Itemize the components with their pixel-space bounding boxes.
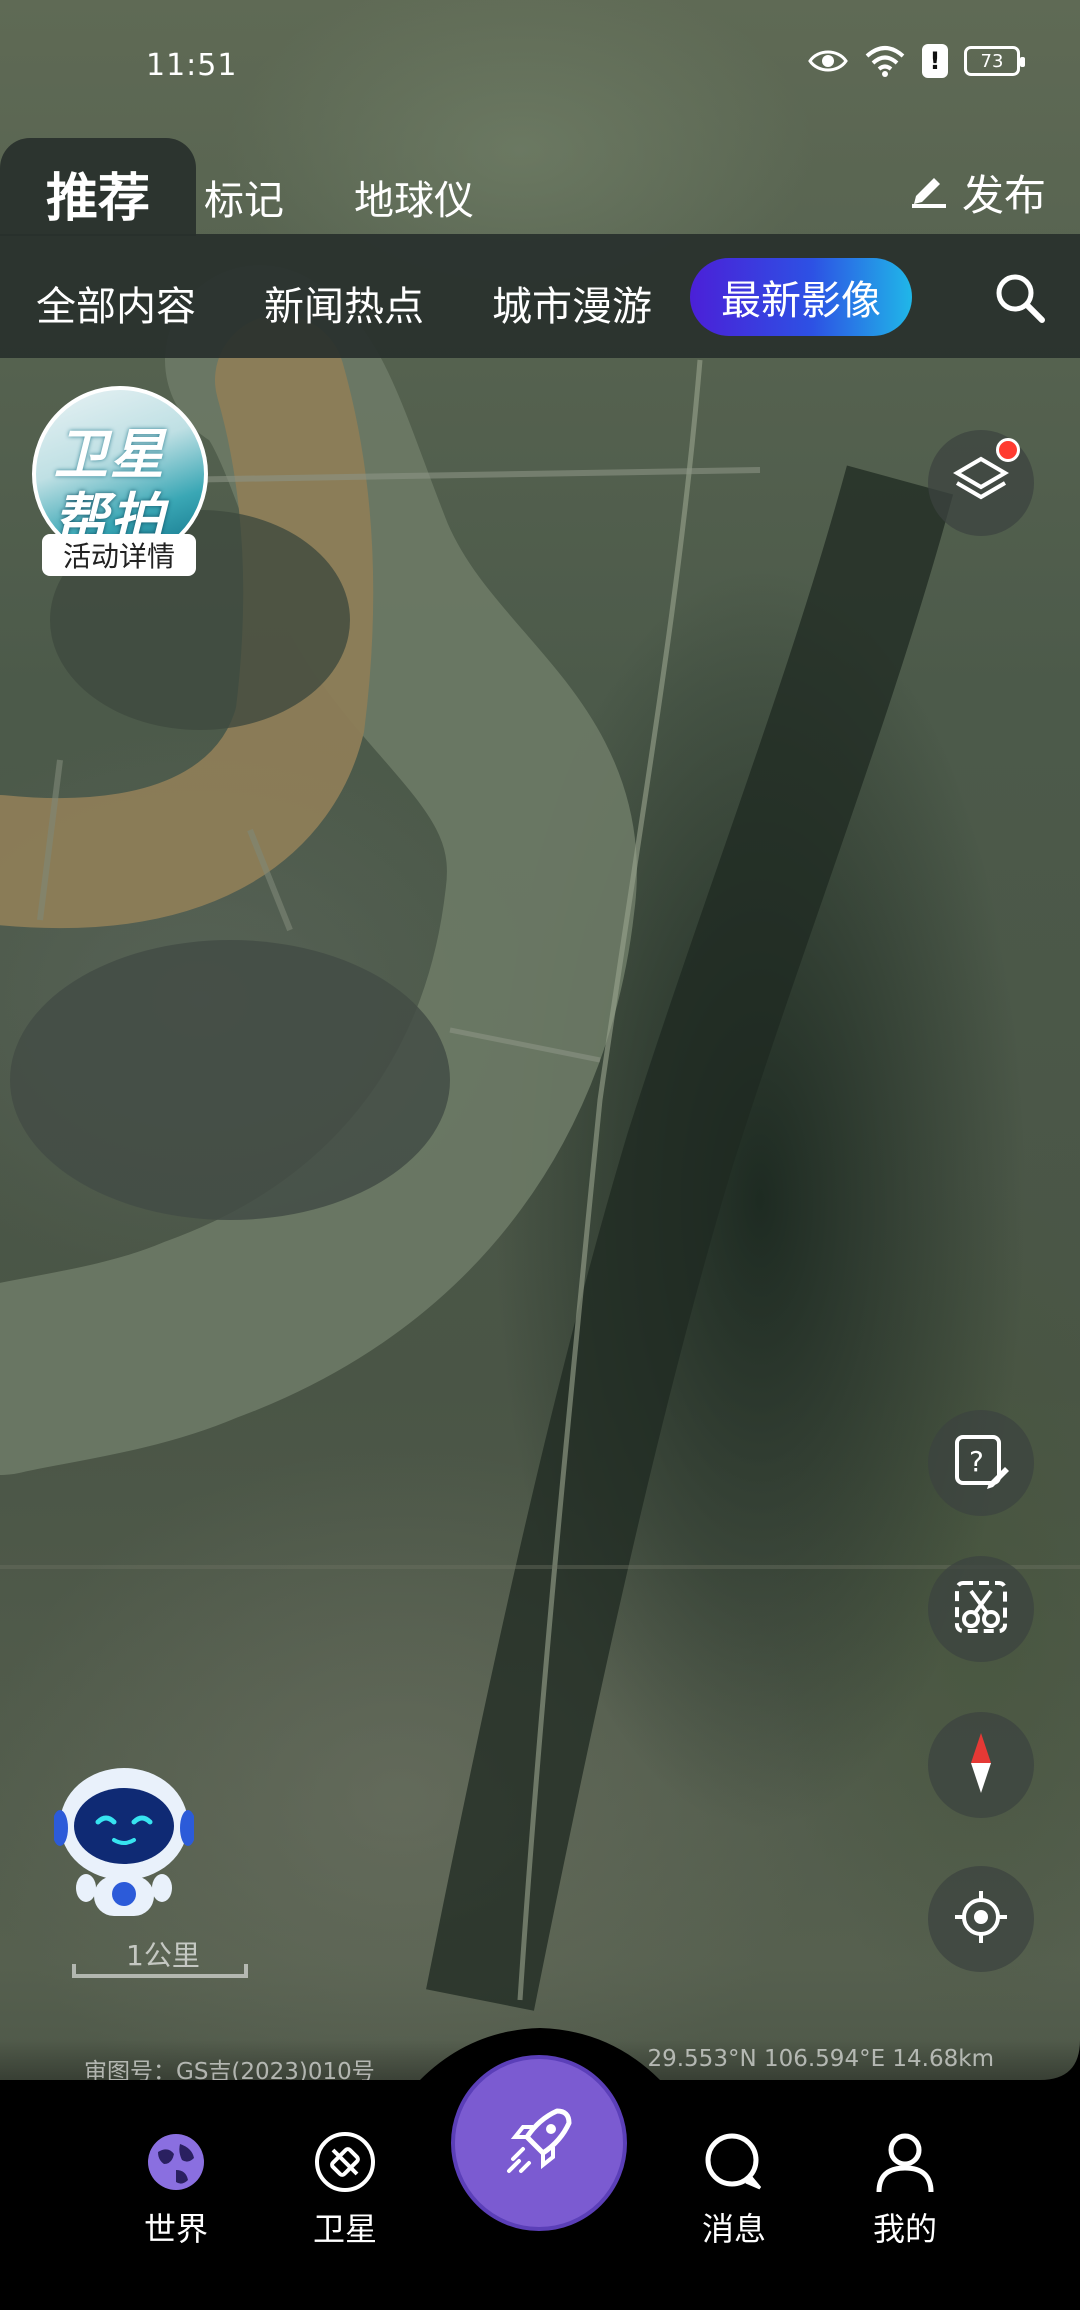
satellite-photo-campaign-badge[interactable]: 卫星 帮拍 活动详情	[30, 386, 210, 586]
tab-globe[interactable]: 地球仪	[354, 168, 474, 226]
category-latest-imagery[interactable]: 最新影像	[690, 258, 912, 336]
nav-profile[interactable]: 我的	[845, 2130, 965, 2250]
category-all[interactable]: 全部内容	[36, 274, 196, 332]
message-icon	[702, 2130, 766, 2194]
publish-button[interactable]: 发布	[908, 162, 1046, 223]
satellite-icon	[313, 2130, 377, 2194]
layers-button[interactable]	[928, 430, 1034, 536]
scissors-icon	[951, 1577, 1011, 1641]
tab-markers[interactable]: 标记	[204, 168, 284, 226]
nav-messages[interactable]: 消息	[674, 2130, 794, 2250]
scale-bar	[72, 1964, 248, 1978]
nav-world[interactable]: 世界	[116, 2130, 236, 2250]
pen-icon	[908, 168, 948, 218]
svg-text:?: ?	[969, 1445, 984, 1478]
category-city-tour[interactable]: 城市漫游	[492, 274, 652, 332]
rocket-icon	[499, 2101, 579, 2185]
screenshot-button[interactable]	[928, 1556, 1034, 1662]
compass-button[interactable]	[928, 1712, 1034, 1818]
robot-assistant[interactable]	[52, 1764, 196, 1924]
category-bar: 全部内容 新闻热点 城市漫游 最新影像	[0, 234, 1080, 358]
activity-details-button[interactable]: 活动详情	[42, 534, 196, 576]
compass-icon	[961, 1731, 1001, 1799]
publish-label: 发布	[961, 171, 1046, 220]
category-news[interactable]: 新闻热点	[264, 274, 424, 332]
battery-icon: 73	[964, 46, 1025, 76]
status-time: 11:51	[146, 48, 238, 83]
layers-notification-dot	[996, 438, 1020, 462]
locate-icon	[951, 1887, 1011, 1951]
user-icon	[873, 2130, 937, 2194]
nav-satellite-label: 卫星	[312, 2210, 377, 2248]
help-edit-button[interactable]: ?	[928, 1410, 1034, 1516]
alert-icon: !	[922, 44, 948, 78]
layers-icon	[953, 453, 1009, 513]
robot-icon	[52, 1768, 196, 1928]
search-icon[interactable]	[990, 268, 1050, 328]
launch-button[interactable]	[444, 2048, 634, 2238]
globe-icon	[144, 2130, 208, 2194]
nav-profile-label: 我的	[872, 2210, 937, 2248]
nav-messages-label: 消息	[701, 2210, 766, 2248]
map-scale: 1公里	[72, 1934, 252, 1982]
eye-icon	[808, 46, 848, 76]
help-edit-icon: ?	[951, 1431, 1011, 1495]
nav-world-label: 世界	[143, 2210, 208, 2248]
tab-recommend[interactable]: 推荐	[46, 156, 150, 231]
locate-button[interactable]	[928, 1866, 1034, 1972]
nav-satellite[interactable]: 卫星	[285, 2130, 405, 2250]
status-bar: 11:51 ! 73	[0, 40, 1080, 90]
wifi-icon	[864, 44, 906, 78]
top-tab-bar: 推荐 标记 地球仪 发布	[0, 138, 1080, 236]
